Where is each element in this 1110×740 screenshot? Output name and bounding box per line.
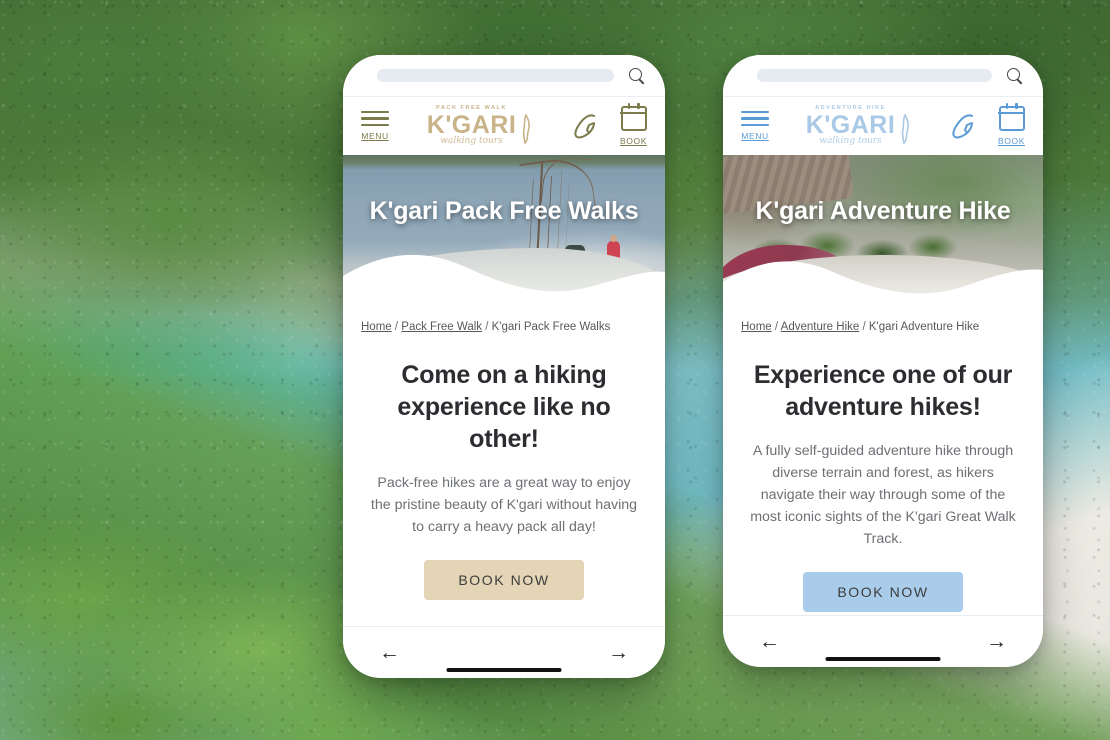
book-now-button-2[interactable]: BOOK NOW [803,572,963,612]
book-now-button[interactable]: BOOK NOW [424,560,584,600]
calendar-icon-2 [998,103,1025,131]
page-content: Come on a hiking experience like no othe… [343,333,665,626]
page-paragraph: Pack-free hikes are a great way to enjoy… [370,475,638,535]
phone-mockup-pack-free-walk: MENU PACK FREE WALK K'GARI walking tours… [343,55,665,678]
breadcrumb-link-home[interactable]: Home [361,321,392,333]
breadcrumb-separator-3: / [774,321,779,333]
breadcrumb-separator-4: / [862,321,866,333]
menu-label-2: MENU [741,131,769,142]
site-logo[interactable]: PACK FREE WALK K'GARI walking tours [427,106,533,146]
browser-bottom-nav-2: ← → [723,615,1043,667]
breadcrumb-link-section-2[interactable]: Adventure Hike [781,321,860,333]
book-button[interactable]: BOOK [620,103,647,146]
address-bar-input[interactable] [377,69,614,82]
back-arrow-icon[interactable]: ← [379,642,400,663]
hero-wave-mask-2 [723,261,1043,303]
calendar-icon [620,103,647,131]
hero-wave-mask [343,254,665,303]
menu-button-2[interactable]: MENU [741,110,769,142]
hero-banner: K'gari Pack Free Walks [343,155,665,303]
hero-banner-2: K'gari Adventure Hike [723,155,1043,303]
page-content-2: Experience one of our adventure hikes! A… [723,333,1043,615]
site-logo-2[interactable]: ADVENTURE HIKE K'GARI walking tours [806,106,912,146]
island-shape-icon-2 [902,114,910,145]
breadcrumb-link-home-2[interactable]: Home [741,321,772,333]
breadcrumb-link-section[interactable]: Pack Free Walk [401,321,482,333]
search-icon[interactable] [628,67,645,84]
search-icon-2[interactable] [1006,67,1023,84]
hamburger-icon [361,110,389,127]
page-heading: Come on a hiking experience like no othe… [397,361,611,453]
site-header: MENU PACK FREE WALK K'GARI walking tours… [343,97,665,155]
breadcrumb-2: Home / Adventure Hike / K'gari Adventure… [723,303,1043,333]
menu-label: MENU [361,131,389,142]
island-shape-icon [523,114,531,145]
book-label-2: BOOK [998,136,1025,146]
home-indicator[interactable] [446,667,562,672]
hero-title-2: K'gari Adventure Hike [755,197,1011,225]
home-indicator-2[interactable] [825,656,941,661]
site-header-2: MENU ADVENTURE HIKE K'GARI walking tours… [723,97,1043,155]
phone-icon[interactable] [570,112,600,140]
forward-arrow-icon-2[interactable]: → [986,631,1007,652]
breadcrumb-separator: / [394,321,399,333]
breadcrumb-current-2: K'gari Adventure Hike [868,321,980,333]
forward-arrow-icon[interactable]: → [608,642,629,663]
hamburger-icon-2 [741,110,769,127]
logo-brand: K'GARI [426,110,517,139]
book-button-2[interactable]: BOOK [998,103,1025,146]
logo-brand-2: K'GARI [805,110,896,139]
browser-bottom-nav: ← → [343,626,665,678]
page-paragraph-2: A fully self-guided adventure hike throu… [750,443,1016,547]
hero-title: K'gari Pack Free Walks [369,197,639,225]
phone-mockup-adventure-hike: MENU ADVENTURE HIKE K'GARI walking tours… [723,55,1043,667]
browser-toolbar-2 [723,55,1043,97]
back-arrow-icon-2[interactable]: ← [759,631,780,652]
breadcrumb: Home / Pack Free Walk / K'gari Pack Free… [343,303,665,333]
logo-script: walking tours [440,135,503,146]
address-bar-input-2[interactable] [757,69,992,82]
logo-script-2: walking tours [819,135,882,146]
breadcrumb-current: K'gari Pack Free Walks [491,321,611,333]
book-label: BOOK [620,136,647,146]
page-heading-2: Experience one of our adventure hikes! [753,361,1013,421]
browser-toolbar [343,55,665,97]
breadcrumb-separator-2: / [485,321,489,333]
phone-icon-2[interactable] [948,112,978,140]
menu-button[interactable]: MENU [361,110,389,142]
